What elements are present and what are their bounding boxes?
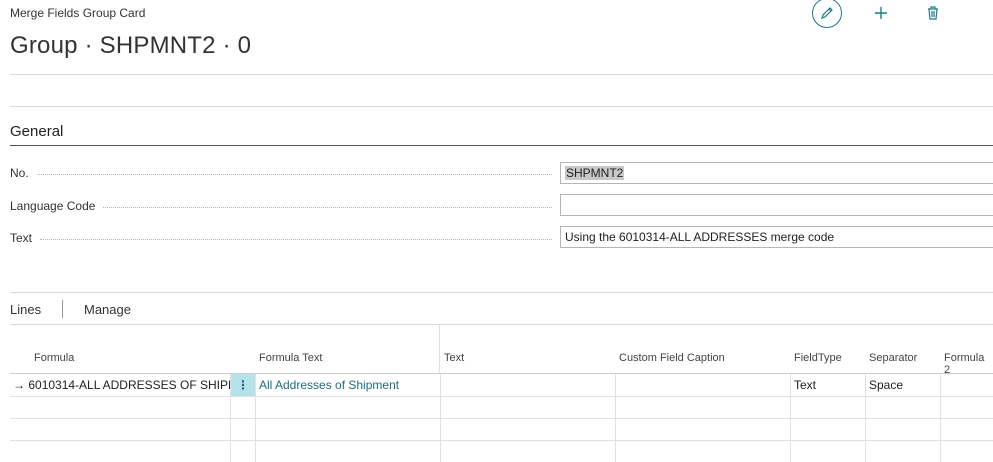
lines-divider-top [10, 292, 993, 293]
general-section-title[interactable]: General [10, 123, 63, 140]
col-fieldtype[interactable]: FieldType [794, 352, 842, 364]
column-divider-header [439, 324, 440, 374]
tab-lines[interactable]: Lines [10, 302, 41, 317]
empty-cell[interactable] [865, 396, 940, 418]
delete-button[interactable] [917, 0, 949, 29]
table-row-empty[interactable] [10, 396, 993, 419]
formula2-cell[interactable] [940, 374, 993, 396]
empty-cell[interactable] [230, 418, 255, 440]
new-button[interactable] [865, 0, 897, 29]
empty-cell[interactable] [440, 418, 615, 440]
col-formula-text[interactable]: Formula Text [259, 352, 322, 364]
empty-cell[interactable] [255, 418, 440, 440]
empty-cell[interactable] [865, 418, 940, 440]
empty-cell[interactable] [230, 440, 255, 462]
tab-separator [62, 300, 63, 318]
pencil-icon [821, 7, 833, 19]
fieldtype-cell[interactable]: Text [790, 374, 865, 396]
language-code-label: Language Code [10, 199, 560, 213]
page-title: Group · SHPMNT2 · 0 [10, 32, 252, 59]
more-vertical-icon: ⋮ [237, 378, 249, 392]
col-separator[interactable]: Separator [869, 352, 917, 364]
empty-cell[interactable] [615, 440, 790, 462]
language-code-field[interactable] [560, 194, 993, 216]
formula-cell[interactable]: → 6010314-ALL ADDRESSES OF SHIPM... [10, 374, 230, 396]
no-field[interactable]: SHPMNT2 [560, 162, 993, 184]
empty-cell[interactable] [940, 440, 993, 462]
tab-manage[interactable]: Manage [84, 302, 131, 317]
text-label: Text [10, 231, 560, 245]
lines-divider-bottom [10, 324, 993, 325]
col-custom-field-caption[interactable]: Custom Field Caption [619, 352, 725, 364]
custom-caption-cell[interactable] [615, 374, 790, 396]
empty-cell[interactable] [615, 418, 790, 440]
text-field[interactable]: Using the 6010314-ALL ADDRESSES merge co… [560, 226, 993, 248]
text-cell[interactable] [440, 374, 615, 396]
empty-cell[interactable] [255, 396, 440, 418]
empty-cell[interactable] [230, 396, 255, 418]
table-row-empty[interactable] [10, 440, 993, 462]
header-divider [10, 74, 993, 75]
row-arrow-icon: → [13, 378, 25, 392]
formula-text-cell[interactable]: All Addresses of Shipment [255, 374, 440, 396]
empty-cell[interactable] [790, 418, 865, 440]
empty-cell[interactable] [440, 396, 615, 418]
general-underline [10, 145, 993, 146]
trash-icon [928, 6, 938, 20]
table-row[interactable]: → 6010314-ALL ADDRESSES OF SHIPM... ⋮ Al… [10, 374, 993, 397]
separator-cell[interactable]: Space [865, 374, 940, 396]
empty-cell[interactable] [790, 440, 865, 462]
col-formula[interactable]: Formula [34, 352, 74, 364]
plus-icon [875, 7, 887, 19]
empty-cell[interactable] [615, 396, 790, 418]
empty-cell[interactable] [940, 396, 993, 418]
empty-cell[interactable] [940, 418, 993, 440]
empty-cell[interactable] [255, 440, 440, 462]
page-caption: Merge Fields Group Card [10, 6, 146, 20]
section-divider-top [10, 106, 993, 107]
edit-button[interactable] [812, 0, 842, 28]
empty-cell[interactable] [865, 440, 940, 462]
table-row-empty[interactable] [10, 418, 993, 441]
row-menu-button[interactable]: ⋮ [230, 374, 255, 396]
col-text[interactable]: Text [444, 352, 464, 364]
empty-cell[interactable] [790, 396, 865, 418]
no-label: No. [10, 166, 560, 180]
empty-cell[interactable] [440, 440, 615, 462]
